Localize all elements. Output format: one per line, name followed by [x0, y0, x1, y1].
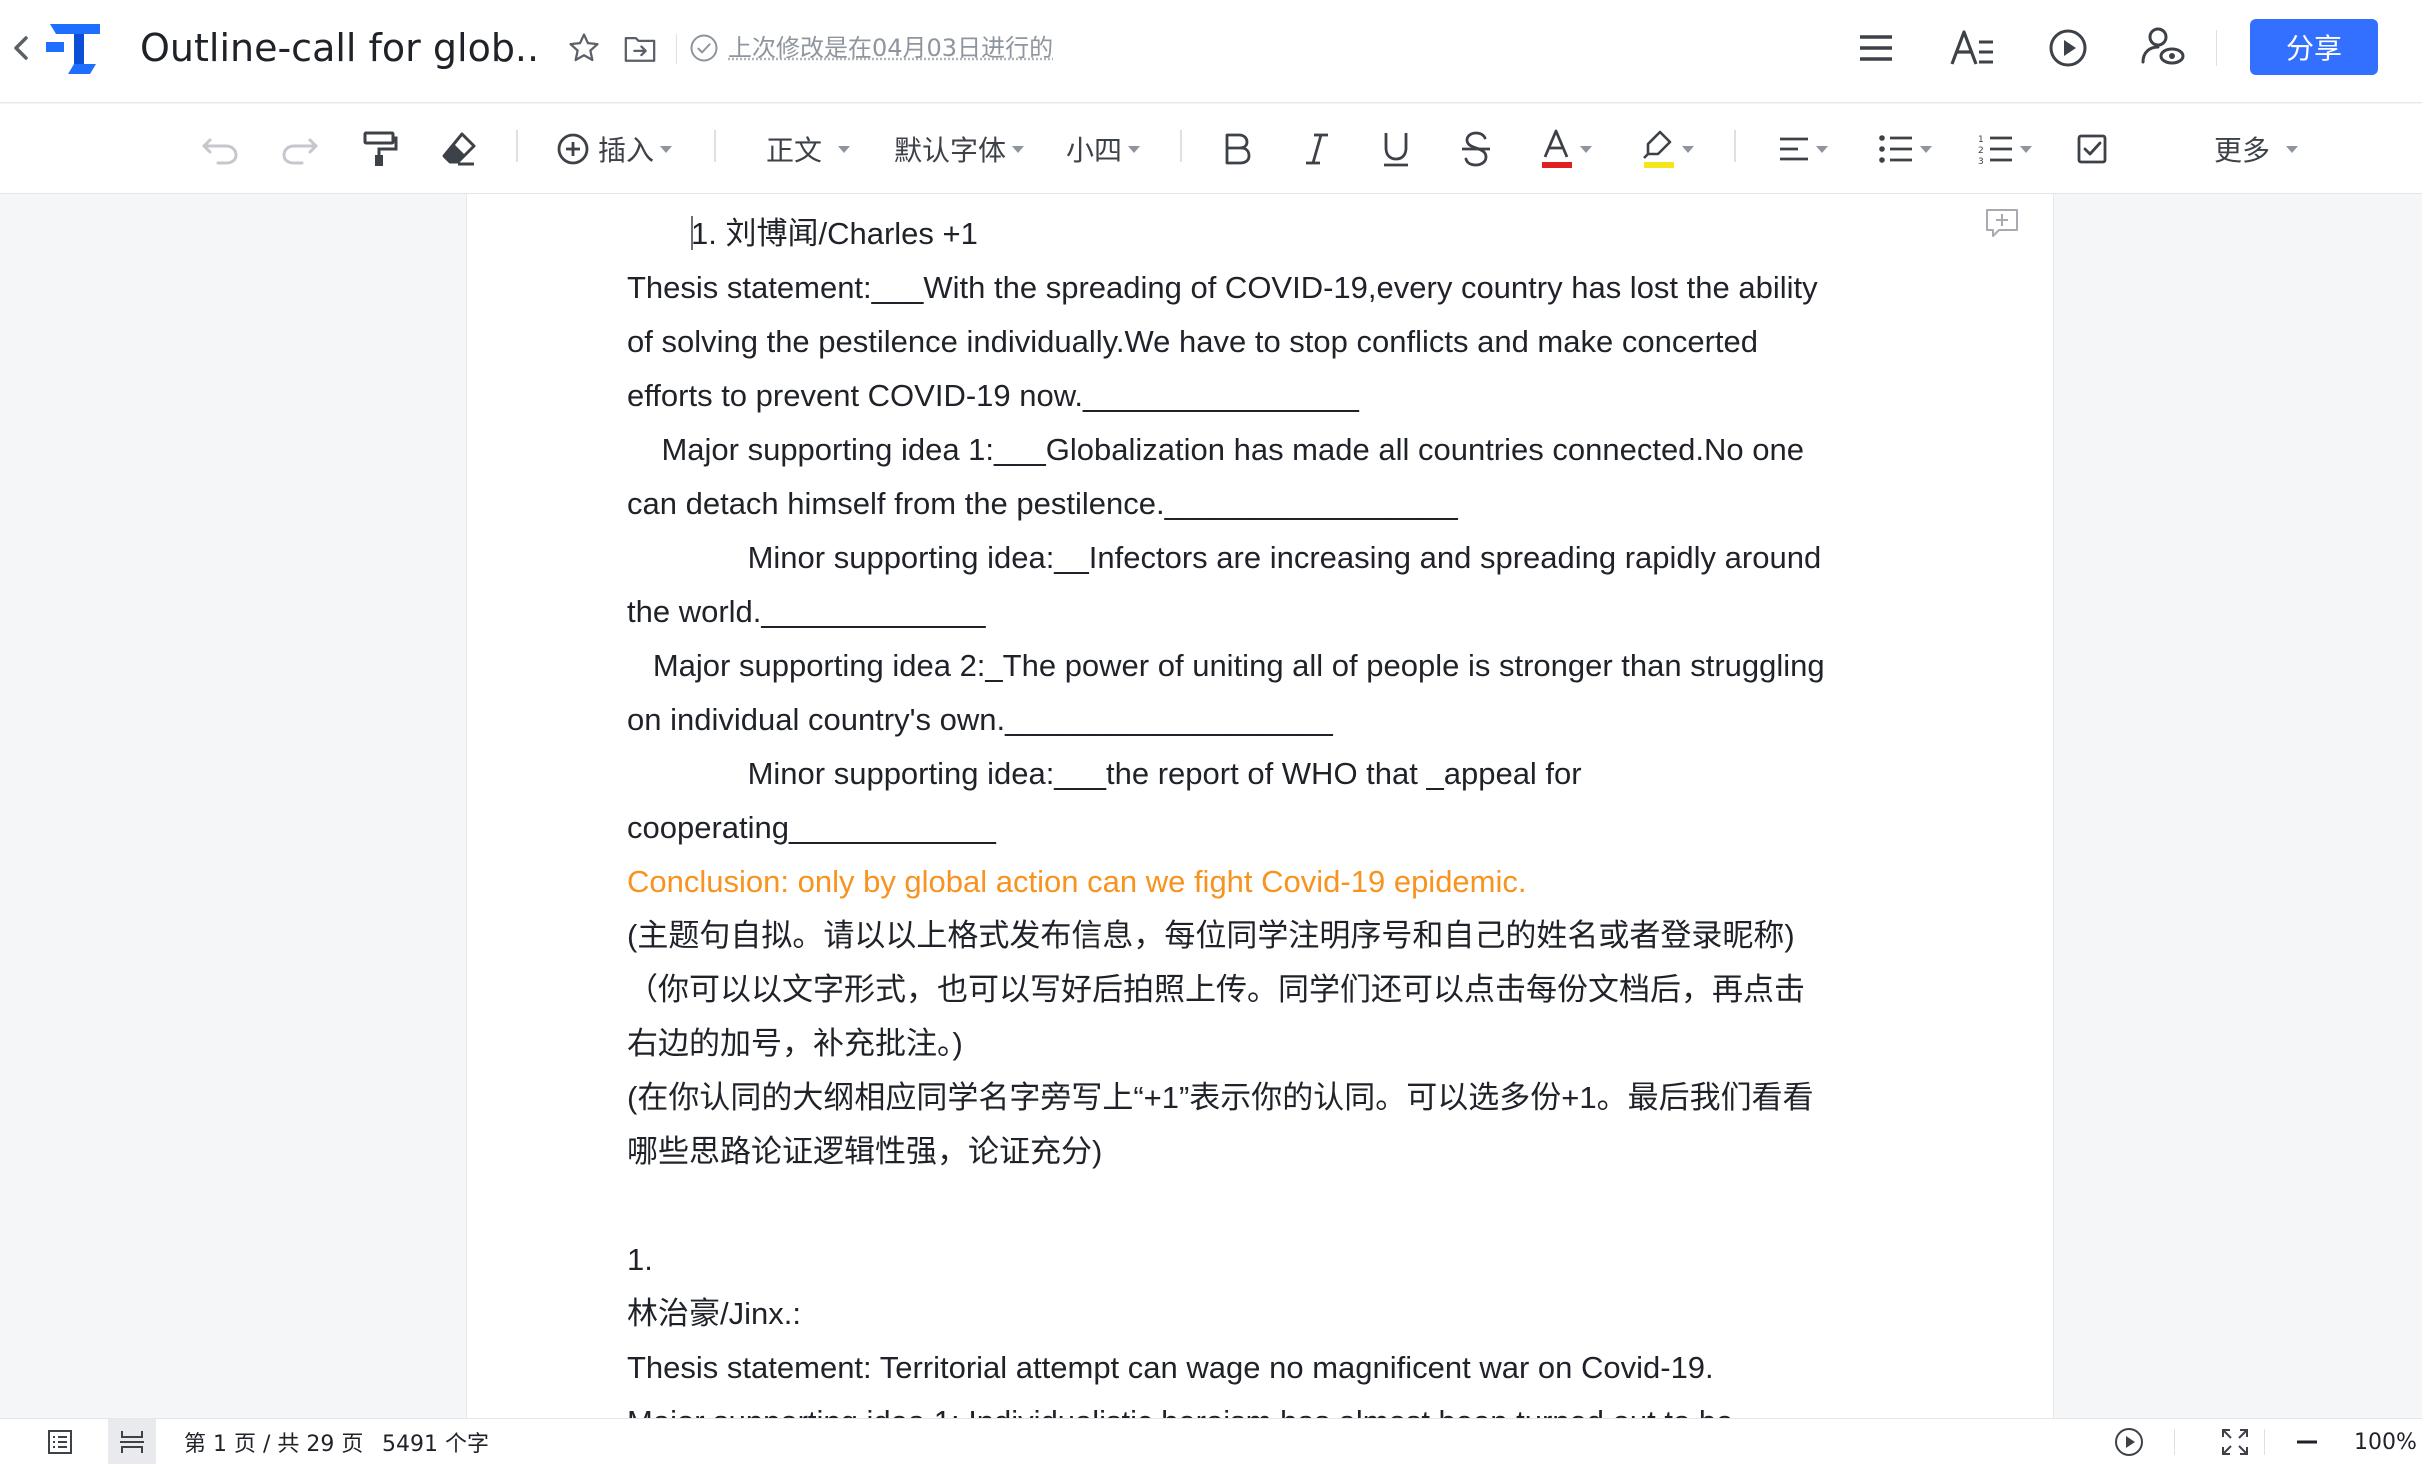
chevron-down-icon: [1012, 146, 1024, 153]
bullet-list-icon: [1878, 134, 1914, 164]
doc-line[interactable]: Minor supporting idea:__Infectors are in…: [627, 538, 1821, 578]
status-bar: 第 1 页 / 共 29 页 5491 个字 100%: [0, 1418, 2422, 1464]
numbered-list-icon: 123: [1978, 133, 2014, 165]
svg-text:3: 3: [1978, 157, 1984, 165]
font-size-value: 小四: [1066, 129, 1122, 169]
chevron-down-icon: [2286, 146, 2298, 153]
document-page[interactable]: 1. 刘博闻/Charles +1 Thesis statement:___Wi…: [466, 194, 2054, 1418]
zoom-level[interactable]: 100%: [2354, 1419, 2417, 1464]
page-indicator: 第 1 页 / 共 29 页: [184, 1419, 363, 1464]
font-family-value: 默认字体: [894, 129, 1006, 169]
presentation-play-icon[interactable]: [2044, 24, 2092, 72]
doc-line[interactable]: Thesis statement: Territorial attempt ca…: [627, 1348, 1714, 1388]
insert-label: 插入: [598, 129, 654, 169]
page-view-icon[interactable]: [108, 1419, 156, 1464]
doc-line[interactable]: cooperating____________: [627, 808, 996, 848]
header-bar: Outline-call for glob... 上次修改是在04月03日进行的…: [0, 0, 2422, 103]
paragraph-style-value: 正文: [766, 129, 822, 169]
saved-check-icon: [686, 30, 722, 66]
word-count: 5491 个字: [382, 1419, 489, 1464]
toolbar-divider: [516, 130, 518, 162]
numbered-list-button[interactable]: 123: [1978, 126, 2032, 172]
checkbox-list-icon[interactable]: [2076, 126, 2108, 172]
doc-line[interactable]: Major supporting idea 1:___Globalization…: [627, 430, 1804, 470]
align-menu-button[interactable]: [1778, 126, 1828, 172]
outline-view-icon[interactable]: [40, 1419, 80, 1464]
chevron-down-icon: [1580, 146, 1592, 153]
outline-menu-icon[interactable]: [1854, 26, 1898, 70]
svg-text:2: 2: [1978, 146, 1984, 156]
document-title[interactable]: Outline-call for glob...: [140, 22, 540, 74]
chevron-down-icon: [1920, 146, 1932, 153]
collaborators-icon[interactable]: [2138, 22, 2188, 72]
plus-circle-icon: [556, 132, 590, 166]
insert-menu-button[interactable]: 插入: [556, 126, 672, 172]
status-divider: [2264, 1429, 2265, 1455]
redo-icon[interactable]: [280, 126, 320, 172]
chevron-down-icon: [1128, 146, 1140, 153]
toolbar-divider: [714, 130, 716, 162]
bullet-list-button[interactable]: [1878, 126, 1932, 172]
doc-line[interactable]: Minor supporting idea:___the report of W…: [627, 754, 1582, 794]
star-icon[interactable]: [564, 28, 604, 68]
more-menu-button[interactable]: 更多: [2214, 126, 2298, 172]
doc-line[interactable]: Thesis statement:___With the spreading o…: [627, 268, 1818, 308]
chevron-down-icon: [1682, 146, 1694, 153]
status-divider: [2174, 1429, 2175, 1455]
text-format-icon[interactable]: [1948, 24, 1996, 72]
formatting-toolbar: 插入 正文 默认字体 小四 123 更多: [0, 104, 2422, 194]
header-divider: [2216, 30, 2217, 66]
font-size-select[interactable]: 小四: [1066, 126, 1140, 172]
format-painter-icon[interactable]: [362, 126, 398, 172]
font-family-select[interactable]: 默认字体: [894, 126, 1024, 172]
conclusion-line[interactable]: Conclusion: only by global action can we…: [627, 862, 1527, 902]
undo-icon[interactable]: [200, 126, 240, 172]
chevron-down-icon: [660, 146, 672, 153]
doc-line[interactable]: on individual country's own.____________…: [627, 700, 1333, 740]
doc-line[interactable]: of solving the pestilence individually.W…: [627, 322, 1758, 362]
doc-line[interactable]: 林治豪/Jinx.:: [627, 1294, 801, 1334]
doc-line[interactable]: 右边的加号，补充批注。): [627, 1024, 963, 1064]
share-button[interactable]: 分享: [2250, 19, 2378, 75]
zoom-out-icon[interactable]: [2296, 1419, 2318, 1464]
toolbar-divider: [1734, 130, 1736, 162]
underline-icon[interactable]: [1380, 126, 1412, 172]
italic-icon[interactable]: [1302, 126, 1332, 172]
strikethrough-icon[interactable]: [1460, 126, 1492, 172]
bold-icon[interactable]: [1222, 126, 1252, 172]
chevron-down-icon: [838, 146, 850, 153]
chevron-down-icon: [2020, 146, 2032, 153]
align-left-icon: [1778, 135, 1810, 163]
paragraph-style-select[interactable]: 正文: [766, 126, 850, 172]
header-divider: [676, 34, 677, 64]
toolbar-divider: [1180, 130, 1182, 162]
doc-line[interactable]: efforts to prevent COVID-19 now.________…: [627, 376, 1359, 416]
doc-line[interactable]: can detach himself from the pestilence._…: [627, 484, 1458, 524]
doc-line[interactable]: (在你认同的大纲相应同学名字旁写上“+1”表示你的认同。可以选多份+1。最后我们…: [627, 1078, 1814, 1118]
doc-line[interactable]: the world._____________: [627, 592, 986, 632]
fullscreen-icon[interactable]: [2218, 1419, 2252, 1464]
doc-line[interactable]: 哪些思路论证逻辑性强，论证充分): [627, 1132, 1102, 1172]
doc-line[interactable]: 1.: [627, 1240, 653, 1280]
highlighter-icon: [1642, 129, 1676, 169]
app-logo-icon[interactable]: [44, 20, 106, 76]
last-modified-text[interactable]: 上次修改是在04月03日进行的: [728, 30, 1053, 66]
more-label: 更多: [2214, 129, 2270, 169]
doc-line[interactable]: Major supporting idea 1: Individualistic…: [627, 1402, 1733, 1418]
doc-line[interactable]: Major supporting idea 2:_The power of un…: [627, 646, 1825, 686]
play-icon[interactable]: [2112, 1419, 2146, 1464]
font-color-button[interactable]: [1540, 126, 1592, 172]
font-color-icon: [1540, 129, 1574, 169]
doc-line[interactable]: （你可以以文字形式，也可以写好后拍照上传。同学们还可以点击每份文档后，再点击: [627, 970, 1805, 1010]
chevron-down-icon: [1816, 146, 1828, 153]
clear-format-eraser-icon[interactable]: [440, 126, 478, 172]
highlight-color-button[interactable]: [1642, 126, 1694, 172]
back-chevron-icon[interactable]: [10, 30, 32, 66]
doc-line[interactable]: (主题句自拟。请以以上格式发布信息，每位同学注明序号和自己的姓名或者登录昵称): [627, 916, 1795, 956]
move-to-folder-icon[interactable]: [620, 28, 660, 68]
svg-text:1: 1: [1978, 135, 1984, 145]
doc-line[interactable]: 1. 刘博闻/Charles +1: [691, 214, 978, 254]
add-comment-icon[interactable]: [1985, 208, 2019, 238]
